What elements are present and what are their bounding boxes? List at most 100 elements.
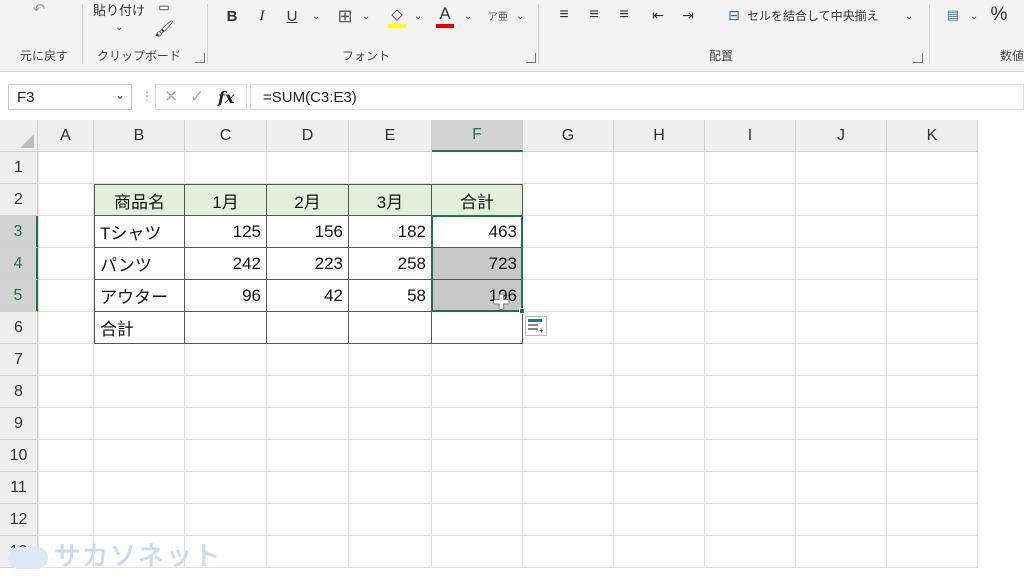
cell-b5[interactable]: アウター — [94, 280, 185, 312]
formula-bar-grip-icon[interactable]: ⋮ — [141, 89, 153, 103]
cell-e6[interactable] — [349, 312, 432, 344]
cell-b4[interactable]: パンツ — [94, 248, 185, 280]
enter-icon[interactable]: ✓ — [190, 87, 204, 107]
copy-icon[interactable]: ▭ — [153, 0, 175, 14]
name-box-value: F3 — [17, 89, 35, 106]
column-header-g[interactable]: G — [523, 120, 614, 152]
cell-d4[interactable]: 223 — [267, 248, 349, 280]
merge-center-icon[interactable]: ⊟ — [723, 5, 745, 25]
currency-format-icon[interactable]: ▤ — [942, 5, 964, 25]
fill-color-icon[interactable]: ◇ — [386, 3, 408, 25]
column-header-f[interactable]: F — [432, 120, 523, 152]
cell-f3[interactable]: 463 — [432, 216, 523, 248]
row-header-12[interactable]: 12 — [0, 504, 38, 536]
font-group-label: フォント — [342, 49, 391, 63]
row-header-5[interactable]: 5 — [0, 280, 38, 312]
column-header-k[interactable]: K — [887, 120, 978, 152]
cancel-icon[interactable]: ✕ — [164, 87, 178, 107]
row-header-8[interactable]: 8 — [0, 376, 38, 408]
column-header-j[interactable]: J — [796, 120, 887, 152]
font-color-swatch — [436, 24, 454, 28]
undo-icon[interactable]: ↶ — [24, 0, 54, 18]
align-left-icon[interactable]: ≡ — [553, 4, 575, 26]
align-center-icon[interactable]: ≡ — [583, 4, 605, 26]
cell-c3[interactable]: 125 — [185, 216, 267, 248]
phonetic-dropdown-icon[interactable]: ⌄ — [516, 11, 524, 22]
cell-b3[interactable]: Tシャツ — [94, 216, 185, 248]
number-group-label: 数値 — [1000, 49, 1024, 63]
name-box-dropdown-icon[interactable]: ⌄ — [115, 88, 125, 102]
paste-button[interactable]: 貼り付け — [91, 0, 147, 18]
cell-b6[interactable]: 合計 — [94, 312, 185, 344]
row-header-4[interactable]: 4 — [0, 248, 38, 280]
cell-f2[interactable]: 合計 — [432, 184, 523, 216]
row-header-9[interactable]: 9 — [0, 408, 38, 440]
font-launcher-icon[interactable] — [526, 53, 536, 63]
increase-indent-icon[interactable]: ⇥ — [677, 4, 699, 26]
italic-button[interactable]: I — [252, 6, 272, 26]
bold-button[interactable]: B — [222, 6, 242, 26]
border-icon[interactable]: ⊞ — [334, 5, 356, 27]
watermark: サカソネット — [8, 536, 222, 573]
cell-c5[interactable]: 96 — [185, 280, 267, 312]
cell-d3[interactable]: 156 — [267, 216, 349, 248]
cell-b2[interactable]: 商品名 — [94, 184, 185, 216]
gridline — [38, 375, 978, 376]
insert-function-icon[interactable]: fx — [218, 88, 234, 107]
fill-handle[interactable] — [519, 308, 525, 314]
cell-f4[interactable]: 723 — [432, 248, 523, 280]
gridline — [38, 407, 978, 408]
format-painter-icon[interactable]: 🖌 — [153, 18, 175, 40]
column-header-c[interactable]: C — [185, 120, 267, 152]
row-header-7[interactable]: 7 — [0, 344, 38, 376]
cell-e5[interactable]: 58 — [349, 280, 432, 312]
percent-button[interactable]: % — [988, 3, 1010, 27]
column-header-e[interactable]: E — [349, 120, 432, 152]
cell-e3[interactable]: 182 — [349, 216, 432, 248]
column-header-a[interactable]: A — [38, 120, 94, 152]
cell-c6[interactable] — [185, 312, 267, 344]
border-dropdown-icon[interactable]: ⌄ — [362, 11, 370, 22]
undo-group-label: 元に戻す — [20, 49, 69, 63]
font-color-icon[interactable]: A — [434, 3, 456, 25]
merge-dropdown-icon[interactable]: ⌄ — [905, 11, 913, 22]
fill-color-swatch — [388, 24, 406, 28]
cell-d2[interactable]: 2月 — [267, 184, 349, 216]
select-all-corner[interactable] — [0, 120, 38, 152]
underline-button[interactable]: U — [282, 6, 302, 26]
phonetic-guide-icon[interactable]: ア亜 — [488, 4, 508, 26]
row-header-11[interactable]: 11 — [0, 472, 38, 504]
cell-f6[interactable] — [432, 312, 523, 344]
column-header-b[interactable]: B — [94, 120, 185, 152]
cell-e4[interactable]: 258 — [349, 248, 432, 280]
merge-center-button[interactable]: セルを結合して中央揃え — [747, 5, 899, 25]
row-header-2[interactable]: 2 — [0, 184, 38, 216]
paste-dropdown-icon[interactable]: ⌄ — [115, 22, 123, 33]
row-header-6[interactable]: 6 — [0, 312, 38, 344]
row-header-1[interactable]: 1 — [0, 152, 38, 184]
row-header-3[interactable]: 3 — [0, 216, 38, 248]
align-right-icon[interactable]: ≡ — [613, 4, 635, 26]
alignment-launcher-icon[interactable] — [913, 53, 923, 63]
clipboard-launcher-icon[interactable] — [195, 53, 205, 63]
cell-d5[interactable]: 42 — [267, 280, 349, 312]
column-header-h[interactable]: H — [614, 120, 705, 152]
cell-e2[interactable]: 3月 — [349, 184, 432, 216]
formula-bar: F3 ⌄ ⋮ ✕ ✓ fx =SUM(C3:E3) — [0, 80, 1024, 114]
fill-color-dropdown-icon[interactable]: ⌄ — [414, 11, 422, 22]
cell-c2[interactable]: 1月 — [185, 184, 267, 216]
column-header-i[interactable]: I — [705, 120, 796, 152]
font-color-dropdown-icon[interactable]: ⌄ — [464, 11, 472, 22]
alignment-group-label: 配置 — [709, 49, 734, 63]
decrease-indent-icon[interactable]: ⇤ — [647, 4, 669, 26]
currency-dropdown-icon[interactable]: ⌄ — [970, 11, 978, 22]
quick-analysis-button[interactable]: + — [525, 316, 547, 336]
row-header-10[interactable]: 10 — [0, 440, 38, 472]
name-box[interactable]: F3 ⌄ — [8, 84, 132, 110]
svg-text:+: + — [539, 326, 544, 333]
cell-d6[interactable] — [267, 312, 349, 344]
cell-c4[interactable]: 242 — [185, 248, 267, 280]
column-header-d[interactable]: D — [267, 120, 349, 152]
formula-input[interactable]: =SUM(C3:E3) — [250, 84, 1024, 110]
underline-dropdown-icon[interactable]: ⌄ — [312, 11, 320, 22]
